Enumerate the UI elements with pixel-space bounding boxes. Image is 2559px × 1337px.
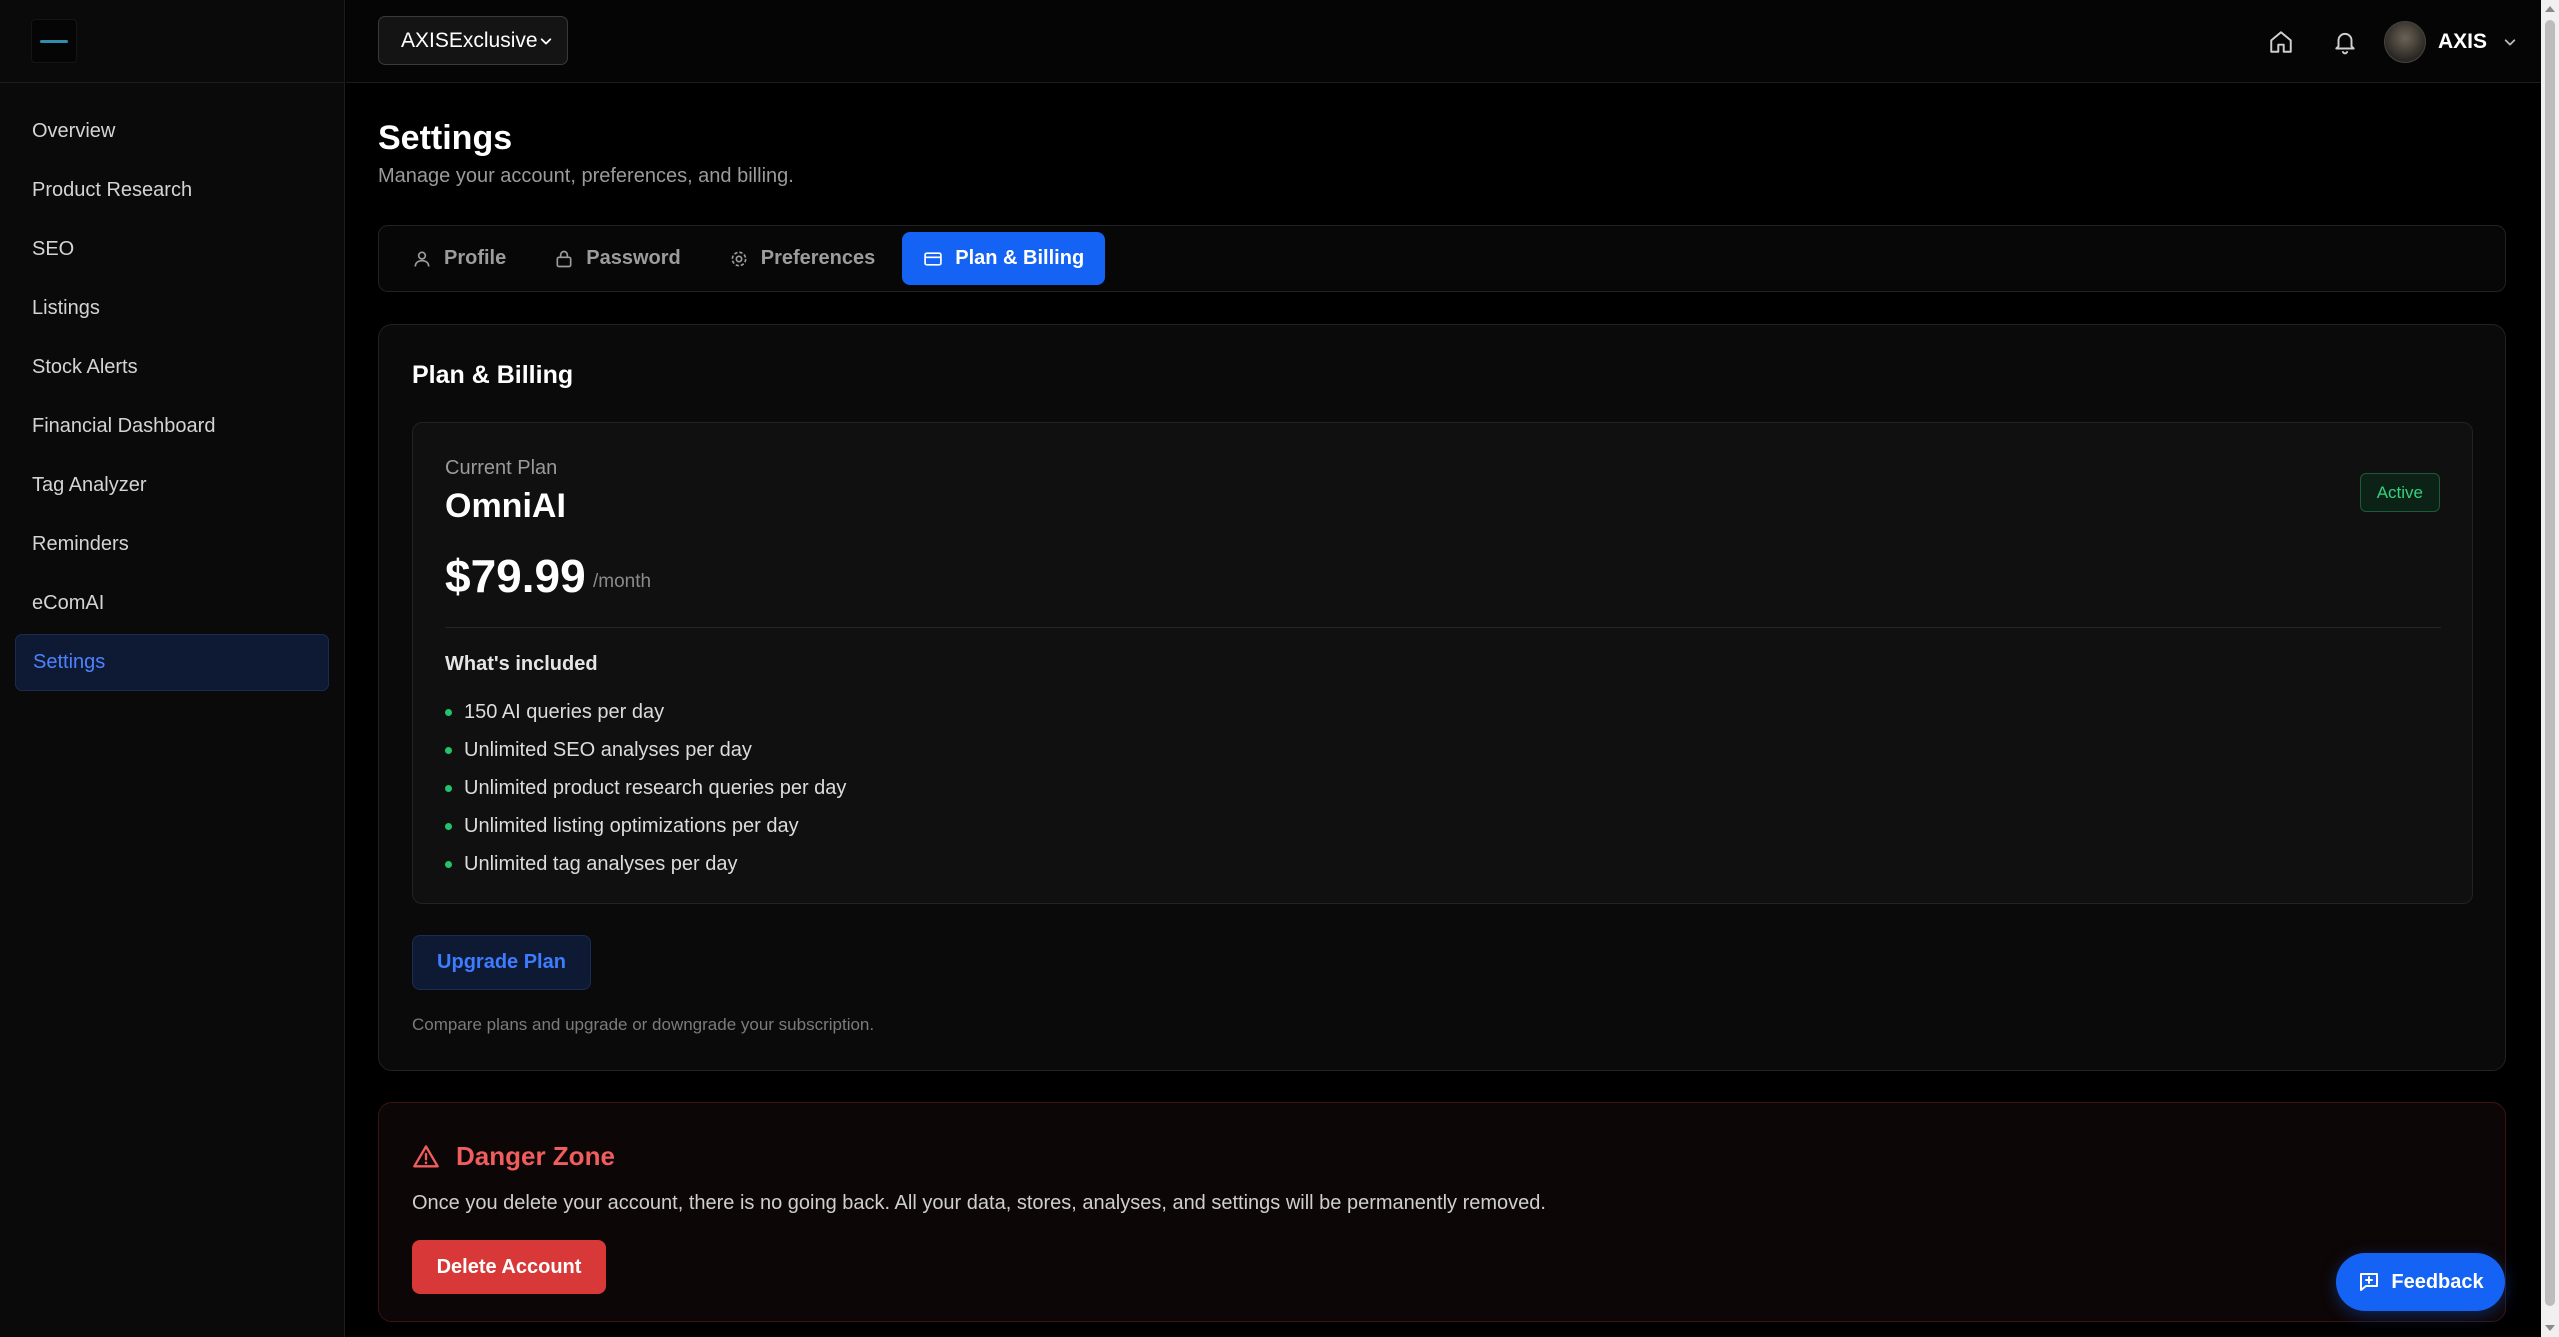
- bullet-icon: [445, 822, 452, 830]
- bullet-icon: [445, 708, 452, 716]
- home-icon: [2270, 30, 2292, 53]
- store-select[interactable]: AXISExclusive: [378, 16, 568, 65]
- plan-price: $79.99: [445, 550, 586, 602]
- warning-icon: [413, 1144, 439, 1167]
- bullet-icon: [445, 746, 452, 754]
- lock-icon: [556, 250, 572, 267]
- top-actions: AXIS: [2256, 0, 2541, 83]
- scroll-down-icon[interactable]: [2545, 1325, 2555, 1331]
- list-item: Unlimited product research queries per d…: [445, 769, 846, 807]
- feature-text: 150 AI queries per day: [464, 700, 665, 723]
- page-subtitle: Manage your account, preferences, and bi…: [378, 165, 794, 187]
- list-item: Unlimited tag analyses per day: [445, 845, 846, 883]
- sidebar-item-product-research[interactable]: Product Research: [15, 162, 329, 219]
- card-title: Plan & Billing: [412, 361, 574, 389]
- message-plus-icon: [2360, 1273, 2379, 1291]
- tab-preferences[interactable]: Preferences: [708, 232, 897, 285]
- user-icon: [414, 251, 430, 267]
- list-item: Unlimited listing optimizations per day: [445, 807, 846, 845]
- upgrade-note: Compare plans and upgrade or downgrade y…: [412, 1015, 875, 1034]
- page-scrollbar[interactable]: [2541, 0, 2559, 1337]
- feedback-label: Feedback: [2391, 1270, 2484, 1293]
- notifications-button[interactable]: [2320, 17, 2370, 67]
- tab-plan-billing[interactable]: Plan & Billing: [902, 232, 1106, 285]
- bullet-icon: [445, 860, 452, 868]
- plan-name: OmniAI: [445, 487, 566, 525]
- bell-icon: [2335, 32, 2355, 54]
- feature-text: Unlimited listing optimizations per day: [464, 814, 799, 837]
- user-menu[interactable]: AXIS: [2383, 20, 2517, 63]
- sidebar-item-tag-analyzer[interactable]: Tag Analyzer: [15, 457, 329, 514]
- tab-profile[interactable]: Profile: [391, 232, 527, 285]
- credit-card-icon: [924, 251, 943, 266]
- gear-icon: [731, 251, 747, 266]
- sidebar-item-stock-alerts[interactable]: Stock Alerts: [15, 339, 329, 396]
- feature-text: Unlimited SEO analyses per day: [464, 738, 752, 761]
- list-item: Unlimited SEO analyses per day: [445, 731, 846, 769]
- bullet-icon: [445, 784, 452, 792]
- sidebar-item-overview[interactable]: Overview: [15, 103, 329, 160]
- sidebar: Overview Product Research SEO Listings S…: [0, 0, 345, 1337]
- sidebar-nav: Overview Product Research SEO Listings S…: [0, 103, 345, 693]
- included-title: What's included: [445, 653, 598, 675]
- current-plan-box: Current Plan OmniAI $79.99 /month Active…: [412, 422, 2473, 904]
- app-logo[interactable]: [31, 19, 77, 63]
- feature-text: Unlimited product research queries per d…: [464, 776, 847, 799]
- list-item: 150 AI queries per day: [445, 693, 846, 731]
- top-bar: AXISExclusive AXIS: [346, 0, 2541, 83]
- current-plan-label: Current Plan: [445, 457, 558, 479]
- store-select-value: AXISExclusive: [401, 28, 538, 52]
- scroll-thumb[interactable]: [2545, 20, 2555, 1306]
- upgrade-plan-button[interactable]: Upgrade Plan: [412, 935, 591, 990]
- danger-zone-title: Danger Zone: [412, 1141, 615, 1172]
- page-title: Settings: [378, 119, 513, 157]
- danger-zone-title-text: Danger Zone: [456, 1141, 615, 1171]
- tab-plan-billing-label: Plan & Billing: [955, 247, 1085, 269]
- sidebar-item-listings[interactable]: Listings: [15, 280, 329, 337]
- danger-zone: Danger Zone Once you delete your account…: [378, 1102, 2506, 1322]
- tab-preferences-label: Preferences: [760, 247, 876, 269]
- sidebar-item-ecomai[interactable]: eComAI: [15, 575, 329, 632]
- feature-text: Unlimited tag analyses per day: [464, 852, 738, 875]
- chevron-down-icon: [540, 37, 552, 44]
- divider: [445, 627, 2441, 628]
- sidebar-item-reminders[interactable]: Reminders: [15, 516, 329, 573]
- avatar: [2383, 20, 2426, 63]
- sidebar-item-settings[interactable]: Settings: [15, 634, 329, 691]
- danger-zone-text: Once you delete your account, there is n…: [412, 1192, 1546, 1214]
- plan-period: /month: [593, 571, 652, 592]
- settings-tabs: Profile Password Preferences Plan & Bill…: [378, 225, 2506, 292]
- sidebar-item-seo[interactable]: SEO: [15, 221, 329, 278]
- scroll-up-icon[interactable]: [2545, 6, 2555, 12]
- user-name: AXIS: [2437, 29, 2487, 53]
- feedback-button[interactable]: Feedback: [2336, 1253, 2505, 1311]
- home-button[interactable]: [2256, 17, 2306, 67]
- plan-billing-card: Plan & Billing Current Plan OmniAI $79.9…: [378, 324, 2506, 1071]
- status-badge: Active: [2359, 473, 2440, 512]
- sidebar-item-financial-dashboard[interactable]: Financial Dashboard: [15, 398, 329, 455]
- tab-password[interactable]: Password: [533, 232, 701, 285]
- feature-list: 150 AI queries per day Unlimited SEO ana…: [445, 693, 846, 883]
- tab-password-label: Password: [586, 247, 681, 269]
- tab-profile-label: Profile: [444, 247, 507, 269]
- sidebar-header: [0, 0, 344, 83]
- chevron-down-icon: [2504, 38, 2516, 45]
- delete-account-button[interactable]: Delete Account: [412, 1240, 606, 1294]
